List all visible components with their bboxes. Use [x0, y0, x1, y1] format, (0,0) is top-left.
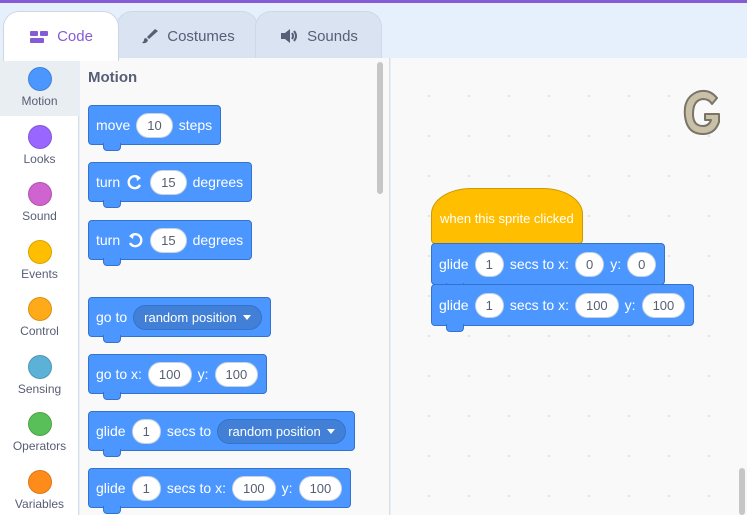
block-text: glide	[439, 297, 469, 313]
operators-color-dot	[28, 412, 52, 436]
category-label: Events	[21, 267, 58, 281]
y-input[interactable]: 100	[298, 475, 343, 501]
category-label: Sensing	[17, 382, 62, 396]
script-workspace[interactable]: when this sprite clicked glide 1 secs to…	[391, 58, 747, 515]
category-menu: Motion Looks Sound Events Control Sensin…	[0, 58, 79, 515]
y-input[interactable]: 100	[641, 292, 686, 318]
block-text: y:	[624, 297, 636, 313]
category-label: Looks	[23, 152, 56, 166]
glide-xy-block-2[interactable]: glide 1 secs to x: 100 y: 100	[431, 284, 695, 332]
secs-input[interactable]: 1	[474, 292, 504, 318]
block-text: secs to x:	[166, 480, 226, 496]
category-looks[interactable]: Looks	[0, 116, 79, 174]
brush-icon	[139, 28, 159, 44]
category-sensing[interactable]: Sensing	[0, 346, 79, 404]
x-input[interactable]: 100	[231, 475, 276, 501]
category-label: Control	[20, 324, 59, 338]
workspace-scrollbar[interactable]	[739, 468, 745, 515]
block-text: degrees	[192, 174, 244, 190]
glide-target-dropdown[interactable]: random position	[217, 418, 346, 444]
category-label: Sound	[22, 209, 57, 223]
tab-code[interactable]: Code	[3, 11, 119, 61]
dropdown-value: random position	[228, 423, 321, 439]
secs-input[interactable]: 1	[131, 418, 161, 444]
rotate-right-icon	[126, 173, 144, 191]
y-input[interactable]: 0	[627, 251, 657, 277]
palette-scrollbar[interactable]	[377, 62, 383, 194]
dropdown-arrow-icon	[326, 428, 335, 434]
hat-block-text: when this sprite clicked	[440, 211, 574, 226]
category-motion[interactable]: Motion	[0, 58, 79, 116]
category-sound[interactable]: Sound	[0, 173, 79, 231]
block-text: secs to x:	[509, 256, 569, 272]
rotate-left-icon	[126, 231, 144, 249]
turn-left-block[interactable]: turn 15 degrees	[88, 220, 253, 266]
sound-color-dot	[28, 182, 52, 206]
steps-input[interactable]: 10	[136, 112, 173, 138]
events-color-dot	[28, 240, 52, 264]
glide-to-xy-block[interactable]: glide 1 secs to x: 100 y: 100	[88, 468, 352, 514]
dropdown-value: random position	[144, 309, 237, 325]
tab-sounds-label: Sounds	[307, 27, 358, 45]
block-text: y:	[610, 256, 622, 272]
category-operators[interactable]: Operators	[0, 403, 79, 461]
category-events[interactable]: Events	[0, 231, 79, 289]
tab-code-label: Code	[57, 28, 93, 45]
motion-color-dot	[28, 67, 52, 91]
block-text: secs to	[166, 423, 212, 439]
glide-to-block[interactable]: glide 1 secs to random position	[88, 411, 355, 457]
block-text: turn	[96, 174, 121, 190]
category-control[interactable]: Control	[0, 288, 79, 346]
block-text: move	[96, 117, 131, 133]
x-input[interactable]: 0	[574, 251, 605, 277]
sprite-letter-g-icon	[679, 84, 727, 142]
degrees-input[interactable]: 15	[150, 227, 187, 253]
dropdown-arrow-icon	[242, 314, 251, 320]
category-label: Operators	[12, 439, 67, 453]
palette-section-title: Motion	[88, 69, 138, 86]
block-text: glide	[96, 423, 126, 439]
block-text: y:	[281, 480, 293, 496]
sensing-color-dot	[28, 355, 52, 379]
block-text: go to x:	[96, 366, 142, 382]
go-to-target-dropdown[interactable]: random position	[133, 304, 262, 330]
looks-color-dot	[28, 125, 52, 149]
tab-sounds[interactable]: Sounds	[255, 11, 382, 60]
block-text: turn	[96, 232, 121, 248]
block-text: degrees	[192, 232, 244, 248]
block-text: glide	[96, 480, 126, 496]
editor-tabs: Code Costumes Sounds	[0, 3, 747, 61]
control-color-dot	[28, 297, 52, 321]
x-input[interactable]: 100	[574, 292, 619, 318]
go-to-block[interactable]: go to random position	[88, 297, 271, 343]
category-label: Motion	[21, 94, 58, 108]
move-steps-block[interactable]: move 10 steps	[88, 105, 222, 151]
category-label: Variables	[14, 497, 65, 511]
block-text: steps	[178, 117, 213, 133]
block-text: y:	[197, 366, 209, 382]
when-sprite-clicked-block[interactable]: when this sprite clicked	[431, 188, 583, 244]
tab-costumes-label: Costumes	[167, 27, 235, 45]
degrees-input[interactable]: 15	[150, 169, 187, 195]
secs-input[interactable]: 1	[474, 251, 504, 277]
speaker-icon	[279, 28, 299, 44]
x-input[interactable]: 100	[147, 361, 192, 387]
category-variables[interactable]: Variables	[0, 461, 79, 515]
go-to-xy-block[interactable]: go to x: 100 y: 100	[88, 354, 268, 400]
glide-xy-block-1[interactable]: glide 1 secs to x: 0 y: 0	[431, 243, 666, 291]
block-text: glide	[439, 256, 469, 272]
code-icon	[29, 29, 49, 45]
tab-costumes[interactable]: Costumes	[116, 11, 258, 60]
secs-input[interactable]: 1	[131, 475, 161, 501]
variables-color-dot	[28, 470, 52, 494]
y-input[interactable]: 100	[214, 361, 259, 387]
block-palette: Motion move 10 steps turn 15 degrees tur…	[80, 58, 390, 515]
turn-right-block[interactable]: turn 15 degrees	[88, 162, 253, 208]
block-text: go to	[96, 309, 128, 325]
block-text: secs to x:	[509, 297, 569, 313]
